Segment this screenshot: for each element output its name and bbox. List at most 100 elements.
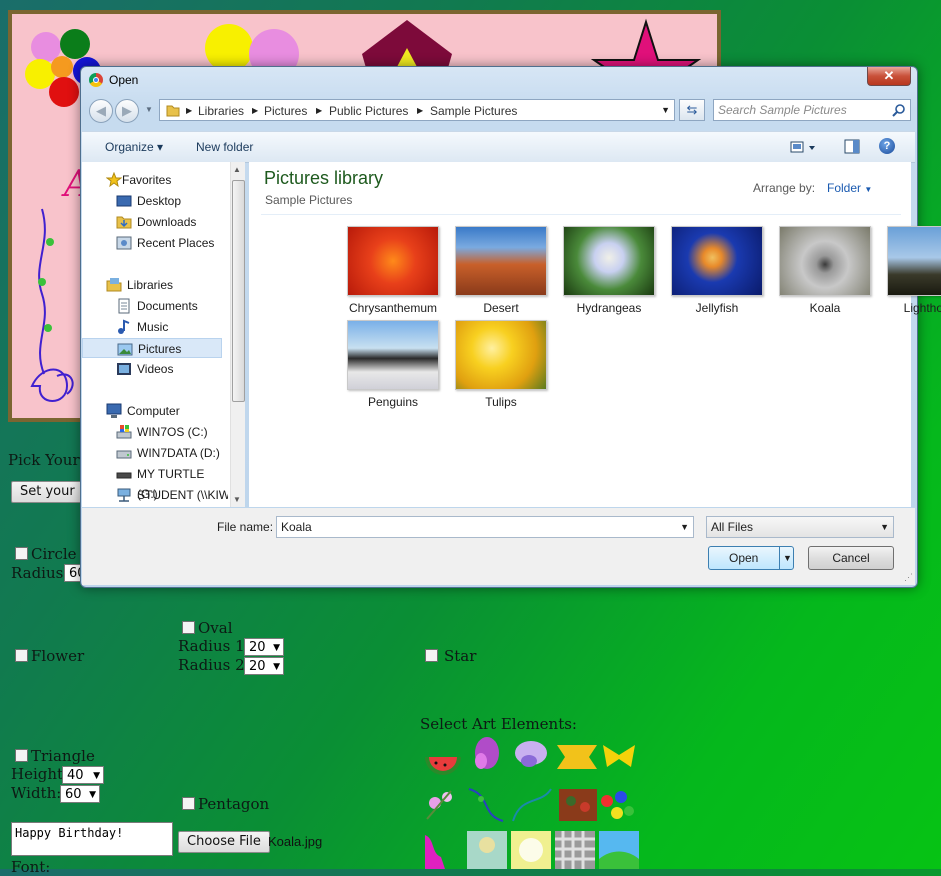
nav-drive-d[interactable]: WIN7DATA (D:)	[82, 443, 228, 463]
dialog-footer: File name: Koala ▼ All Files ▼ Open ▼ Ca…	[82, 508, 915, 585]
chevron-down-icon[interactable]: ▼	[680, 517, 689, 537]
arrange-by-label: Arrange by:	[753, 181, 816, 195]
dialog-title: Open	[109, 73, 139, 87]
scroll-down-icon[interactable]: ▼	[233, 495, 241, 504]
star-checkbox[interactable]	[425, 649, 438, 662]
set-color-button[interactable]: Set your C	[11, 481, 87, 503]
file-desert[interactable]: Desert	[455, 226, 547, 316]
scrollbar-thumb[interactable]	[232, 180, 245, 402]
circle-label: Circle	[31, 545, 77, 563]
breadcrumb-separator-icon: ▶	[417, 106, 424, 115]
breadcrumb-libraries[interactable]: Libraries	[198, 104, 244, 118]
choose-file-button[interactable]: Choose File	[178, 831, 270, 853]
nav-pictures[interactable]: Pictures	[82, 338, 222, 358]
breadcrumb-pictures[interactable]: Pictures	[264, 104, 307, 118]
flower-checkbox[interactable]	[15, 649, 28, 662]
file-hydrangeas[interactable]: Hydrangeas	[563, 226, 655, 316]
breadcrumb-separator-icon: ▶	[252, 106, 259, 115]
nav-downloads[interactable]: Downloads	[82, 212, 228, 232]
file-koala[interactable]: Koala	[779, 226, 871, 316]
new-folder-button[interactable]: New folder	[196, 140, 253, 154]
file-name-label: File name:	[217, 520, 274, 534]
file-list-pane: Pictures library Sample Pictures Arrange…	[249, 162, 941, 507]
circle-checkbox[interactable]	[15, 547, 28, 560]
preview-pane-icon[interactable]	[844, 139, 860, 155]
select-art-label: Select Art Elements:	[420, 715, 577, 733]
nav-drive-g[interactable]: MY TURTLE (G:)	[82, 464, 228, 501]
breadcrumb-public-pictures[interactable]: Public Pictures	[329, 104, 408, 118]
thumbnail-image	[779, 226, 871, 296]
videos-icon	[117, 363, 131, 375]
thumbnail-image	[347, 320, 439, 390]
nav-desktop[interactable]: Desktop	[82, 191, 228, 211]
height-select[interactable]: 40 ▼	[62, 766, 104, 784]
radius1-select[interactable]: 20 ▼	[244, 638, 284, 656]
open-button[interactable]: Open ▼	[708, 546, 794, 570]
close-button[interactable]: ✕	[867, 67, 911, 86]
chevron-down-icon: ▼	[880, 522, 889, 532]
triangle-checkbox[interactable]	[15, 749, 28, 762]
nav-drive-c[interactable]: WIN7OS (C:)	[82, 422, 228, 442]
file-type-select[interactable]: All Files ▼	[706, 516, 894, 538]
oval-checkbox[interactable]	[182, 621, 195, 634]
nav-scrollbar[interactable]: ▲ ▼	[230, 162, 245, 507]
hard-drive-icon	[116, 450, 132, 459]
help-icon[interactable]: ?	[879, 138, 895, 154]
nav-music[interactable]: Music	[82, 317, 228, 337]
nav-videos[interactable]: Videos	[82, 359, 228, 379]
cancel-button[interactable]: Cancel	[808, 546, 894, 570]
refresh-icon: ⇆	[686, 102, 698, 117]
header-divider	[261, 214, 901, 215]
thumbnail-image	[347, 226, 439, 296]
library-subtitle: Sample Pictures	[265, 193, 353, 207]
triangle-label: Triangle	[31, 747, 95, 765]
file-name-input[interactable]: Koala ▼	[276, 516, 694, 538]
computer-icon	[106, 403, 122, 418]
star-label: Star	[444, 647, 477, 665]
organize-button[interactable]: Organize ▾	[105, 140, 163, 154]
message-textarea[interactable]: Happy Birthday!	[11, 822, 173, 856]
chevron-down-icon: ▼	[864, 185, 873, 194]
address-bar[interactable]: ▶ Libraries ▶ Pictures ▶ Public Pictures…	[159, 99, 675, 121]
file-chrysanthemum[interactable]: Chrysanthemum	[347, 226, 439, 316]
libraries-icon	[106, 278, 122, 292]
arrange-by-dropdown[interactable]: Folder ▼	[827, 181, 872, 195]
nav-documents[interactable]: Documents	[82, 296, 228, 316]
radius2-select[interactable]: 20 ▼	[244, 657, 284, 675]
width-select[interactable]: 60 ▼	[60, 785, 100, 803]
breadcrumb-sample-pictures[interactable]: Sample Pictures	[430, 104, 517, 118]
art-elements-thumbnails[interactable]	[421, 735, 641, 869]
nav-computer[interactable]: Computer	[82, 401, 228, 421]
search-input[interactable]: Search Sample Pictures	[713, 99, 911, 121]
library-title: Pictures library	[264, 168, 384, 188]
nav-libraries[interactable]: Libraries	[82, 275, 228, 295]
refresh-button[interactable]: ⇆	[679, 99, 705, 121]
nav-drive-student[interactable]: STUDENT (\\KIW	[82, 485, 228, 505]
height-label: Height:	[11, 765, 69, 783]
recent-pages-chevron-icon[interactable]: ▼	[145, 105, 153, 114]
nav-favorites[interactable]: Favorites	[82, 170, 228, 190]
radius2-label: Radius 2:	[178, 656, 250, 674]
nav-recent-places[interactable]: Recent Places	[82, 233, 228, 253]
open-dropdown-icon[interactable]: ▼	[783, 547, 792, 569]
open-file-dialog: Open ✕ ◀ ▶ ▼ ▶ Libraries ▶ Pictures ▶ Pu…	[80, 66, 941, 588]
navigation-pane: Favorites Desktop Downloads Recent Place…	[82, 162, 245, 507]
resize-grip-icon[interactable]: ⋰	[904, 572, 913, 583]
file-jellyfish[interactable]: Jellyfish	[671, 226, 763, 316]
file-tulips[interactable]: Tulips	[455, 320, 547, 410]
thumbnail-image	[455, 320, 547, 390]
address-dropdown-icon[interactable]: ▼	[661, 105, 670, 115]
file-penguins[interactable]: Penguins	[347, 320, 439, 410]
forward-button[interactable]: ▶	[115, 99, 139, 123]
scroll-up-icon[interactable]: ▲	[233, 165, 241, 174]
chrome-icon	[89, 73, 103, 87]
arrow-right-icon: ▶	[122, 103, 132, 118]
thumbnail-image	[455, 226, 547, 296]
view-options-icon[interactable]	[790, 140, 820, 154]
thumbnail-image	[887, 226, 941, 296]
search-icon	[892, 104, 905, 117]
back-button[interactable]: ◀	[89, 99, 113, 123]
pentagon-checkbox[interactable]	[182, 797, 195, 810]
file-lighthouse[interactable]: Lighthouse	[887, 226, 941, 316]
breadcrumb-separator-icon: ▶	[316, 106, 323, 115]
